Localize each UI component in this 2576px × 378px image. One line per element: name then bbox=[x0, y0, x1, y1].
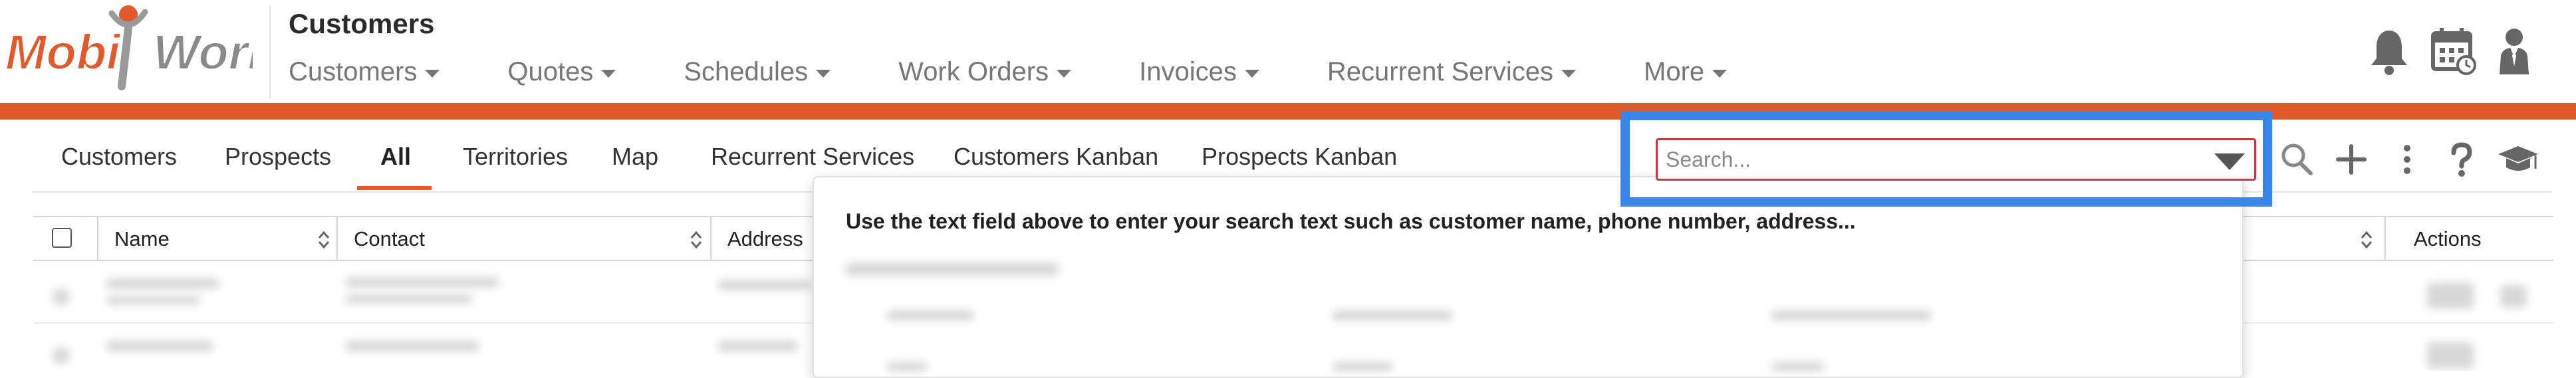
search-icon[interactable] bbox=[2277, 140, 2315, 179]
logo-work-text: Work bbox=[153, 25, 253, 80]
nav-quotes-label: Quotes bbox=[507, 57, 594, 86]
column-divider bbox=[97, 217, 98, 261]
chevron-down-icon bbox=[425, 69, 440, 78]
tab-prospects-kanban[interactable]: Prospects Kanban bbox=[1202, 143, 1397, 171]
bell-icon[interactable] bbox=[2369, 27, 2410, 76]
column-header-contact[interactable]: Contact bbox=[354, 217, 425, 261]
blurred-content bbox=[1333, 362, 1392, 371]
sort-icon[interactable] bbox=[689, 229, 704, 250]
chevron-down-icon bbox=[1712, 69, 1728, 78]
nav-work-orders-label: Work Orders bbox=[898, 57, 1049, 86]
nav-more-label: More bbox=[1644, 57, 1705, 86]
blurred-content bbox=[887, 362, 927, 371]
search-input[interactable] bbox=[1666, 144, 2211, 175]
nav-recurrent-services[interactable]: Recurrent Services bbox=[1327, 57, 1576, 87]
column-header-address[interactable]: Address bbox=[727, 217, 803, 261]
tab-territories[interactable]: Territories bbox=[463, 143, 568, 171]
nav-work-orders[interactable]: Work Orders bbox=[898, 57, 1072, 87]
active-tab-indicator bbox=[357, 186, 432, 190]
column-divider bbox=[710, 217, 711, 261]
page-title: Customers bbox=[289, 8, 435, 39]
help-icon[interactable] bbox=[2443, 140, 2480, 179]
top-navigation: Customers Quotes Schedules Work Orders I… bbox=[289, 57, 1728, 87]
tab-customers-kanban[interactable]: Customers Kanban bbox=[954, 143, 1158, 171]
nav-schedules-label: Schedules bbox=[684, 57, 809, 86]
chevron-down-icon bbox=[601, 69, 616, 78]
chevron-down-icon bbox=[1244, 69, 1259, 78]
chevron-down-icon bbox=[1057, 69, 1072, 78]
column-divider bbox=[336, 217, 338, 261]
tab-prospects[interactable]: Prospects bbox=[225, 143, 331, 171]
search-hint-text: Use the text field above to enter your s… bbox=[846, 209, 1856, 233]
nav-customers[interactable]: Customers bbox=[289, 57, 440, 87]
column-header-actions: Actions bbox=[2414, 227, 2482, 250]
calendar-icon[interactable] bbox=[2430, 27, 2477, 76]
mobiwork-logo[interactable]: Mobi Work bbox=[5, 0, 253, 93]
column-divider bbox=[2384, 217, 2386, 261]
tab-all[interactable]: All bbox=[380, 143, 411, 171]
blurred-content bbox=[1771, 362, 1825, 371]
blurred-content bbox=[1333, 310, 1452, 321]
sort-icon[interactable] bbox=[317, 229, 331, 250]
tab-map[interactable]: Map bbox=[612, 143, 658, 171]
header-divider bbox=[269, 5, 271, 98]
blurred-content bbox=[887, 310, 973, 321]
user-icon[interactable] bbox=[2497, 27, 2531, 76]
column-header-name[interactable]: Name bbox=[114, 217, 170, 261]
nav-customers-label: Customers bbox=[289, 57, 418, 86]
more-vertical-icon[interactable] bbox=[2388, 140, 2426, 179]
chevron-down-icon bbox=[816, 69, 831, 78]
select-all-checkbox[interactable] bbox=[52, 228, 72, 248]
search-field[interactable] bbox=[1656, 138, 2256, 181]
nav-more[interactable]: More bbox=[1644, 57, 1728, 87]
graduation-cap-icon[interactable] bbox=[2497, 140, 2539, 179]
logo-mobi-text: Mobi bbox=[5, 25, 121, 80]
blurred-content bbox=[846, 262, 1059, 276]
sort-icon[interactable] bbox=[2359, 229, 2374, 250]
chevron-down-icon bbox=[1561, 69, 1576, 78]
nav-recurrent-services-label: Recurrent Services bbox=[1327, 57, 1553, 86]
tab-customers[interactable]: Customers bbox=[61, 143, 177, 171]
tab-recurrent-services[interactable]: Recurrent Services bbox=[711, 143, 914, 171]
nav-invoices[interactable]: Invoices bbox=[1139, 57, 1259, 87]
search-dropdown-caret-icon[interactable] bbox=[2214, 153, 2245, 170]
nav-schedules[interactable]: Schedules bbox=[684, 57, 831, 87]
nav-quotes[interactable]: Quotes bbox=[507, 57, 616, 87]
blurred-content bbox=[1771, 310, 1931, 321]
nav-invoices-label: Invoices bbox=[1139, 57, 1237, 86]
plus-icon[interactable] bbox=[2333, 140, 2370, 179]
